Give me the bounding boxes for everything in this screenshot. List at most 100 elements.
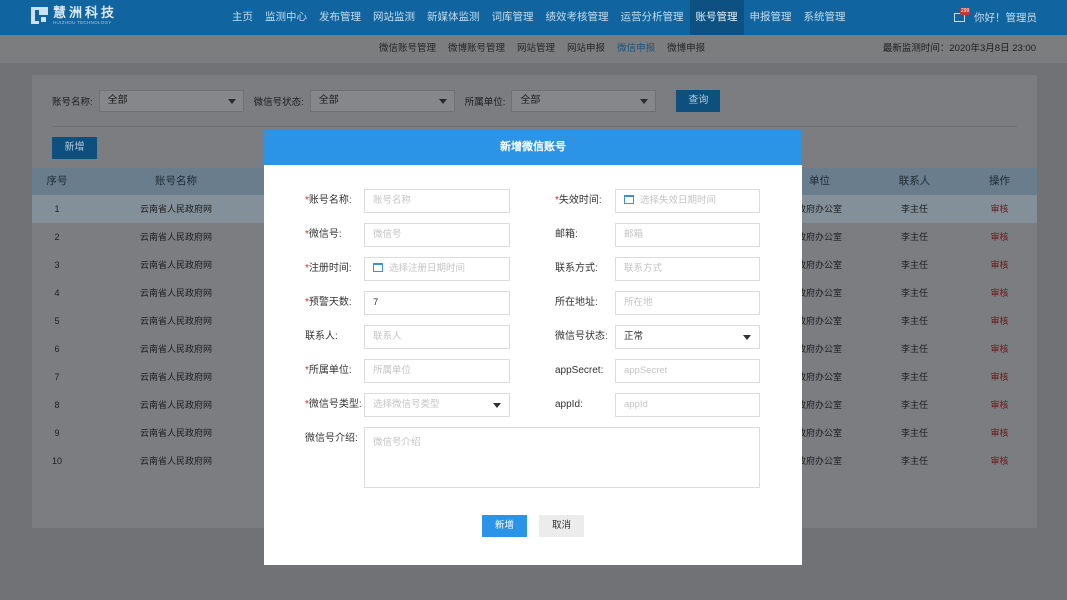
divider xyxy=(52,126,1017,127)
wechat-status-select[interactable]: 正常 xyxy=(615,325,760,349)
contact-person-input[interactable]: 联系人 xyxy=(364,325,510,349)
app-secret-label: appSecret: xyxy=(555,365,604,376)
chevron-down-icon xyxy=(227,99,236,104)
cell-name: 云南省人民政府网 xyxy=(139,316,212,326)
nav-item-operations[interactable]: 运营分析管理 xyxy=(615,0,690,35)
email-input[interactable]: 邮箱 xyxy=(615,223,760,247)
expire-time-picker[interactable]: 选择失效日期时间 xyxy=(615,189,760,213)
contact-person-label: 联系人: xyxy=(305,331,338,342)
register-time-picker[interactable]: 选择注册日期时间 xyxy=(364,257,510,281)
nav-item-monitor-center[interactable]: 监测中心 xyxy=(259,0,313,35)
nav-item-declaration[interactable]: 申报管理 xyxy=(744,0,798,35)
col-header-op: 操作 xyxy=(989,175,1010,187)
address-label: 所在地址: xyxy=(555,297,598,308)
nav-item-new-media-monitor[interactable]: 新媒体监测 xyxy=(421,0,486,35)
main-nav: 主页 监测中心 发布管理 网站监测 新媒体监测 词库管理 绩效考核管理 运营分析… xyxy=(226,0,852,35)
cell-no: 5 xyxy=(54,316,60,326)
cell-name: 云南省人民政府网 xyxy=(139,204,212,214)
top-nav-bar: 慧洲科技 HUIZHOU TECHNOLOGY 主页 监测中心 发布管理 网站监… xyxy=(0,0,1067,35)
review-link[interactable]: 审核 xyxy=(962,447,1037,475)
subnav-wechat-declaration[interactable]: 微信申报 xyxy=(611,35,661,63)
review-link[interactable]: 审核 xyxy=(962,363,1037,391)
cell-no: 3 xyxy=(54,260,60,270)
cell-name: 云南省人民政府网 xyxy=(139,372,212,382)
filter-status-select[interactable]: 全部 xyxy=(309,90,455,112)
logo-icon xyxy=(31,7,48,25)
add-button[interactable]: 新增 xyxy=(52,137,97,159)
intro-label: 微信号介绍: xyxy=(305,433,358,444)
nav-item-performance[interactable]: 绩效考核管理 xyxy=(540,0,615,35)
brand-name-en: HUIZHOU TECHNOLOGY xyxy=(53,20,112,25)
subnav-weibo-declaration[interactable]: 微博申报 xyxy=(661,35,711,63)
account-name-input[interactable]: 账号名称 xyxy=(364,189,510,213)
filter-account-name-value: 全部 xyxy=(107,95,128,106)
cancel-button[interactable]: 取消 xyxy=(539,515,584,537)
cell-contact: 李主任 xyxy=(900,316,928,326)
nav-item-system[interactable]: 系统管理 xyxy=(798,0,852,35)
nav-item-site-monitor[interactable]: 网站监测 xyxy=(367,0,421,35)
wechat-id-input[interactable]: 微信号 xyxy=(364,223,510,247)
subnav-weibo-accounts[interactable]: 微博账号管理 xyxy=(442,35,511,63)
intro-textarea[interactable]: 微信号介绍 xyxy=(364,427,760,488)
col-header-no: 序号 xyxy=(46,175,68,187)
review-link[interactable]: 审核 xyxy=(962,195,1037,223)
mail-badge: 299 xyxy=(960,8,971,15)
address-input[interactable]: 所在地 xyxy=(615,291,760,315)
cell-name: 云南省人民政府网 xyxy=(139,288,212,298)
nav-item-publish[interactable]: 发布管理 xyxy=(313,0,367,35)
contact-method-input[interactable]: 联系方式 xyxy=(615,257,760,281)
cell-contact: 李主任 xyxy=(900,344,928,354)
chevron-down-icon xyxy=(493,403,501,408)
cell-no: 10 xyxy=(51,456,62,466)
sub-nav-bar: 微信账号管理 微博账号管理 网站管理 网站申报 微信申报 微博申报 最新监测时间… xyxy=(0,35,1067,63)
filter-account-name-select[interactable]: 全部 xyxy=(98,90,244,112)
cell-name: 云南省人民政府网 xyxy=(139,260,212,270)
cell-no: 7 xyxy=(54,372,60,382)
cell-contact: 李主任 xyxy=(900,204,928,214)
review-link[interactable]: 审核 xyxy=(962,251,1037,279)
cell-no: 4 xyxy=(54,288,60,298)
warning-days-input[interactable]: 7 xyxy=(364,291,510,315)
brand-name: 慧洲科技 xyxy=(53,5,118,20)
review-link[interactable]: 审核 xyxy=(962,223,1037,251)
review-link[interactable]: 审核 xyxy=(962,307,1037,335)
filter-bar: 账号名称: 全部 微信号状态: 全部 所属单位: 全部 查询 xyxy=(52,90,721,112)
app-id-input[interactable]: appId xyxy=(615,393,760,417)
review-link[interactable]: 审核 xyxy=(962,419,1037,447)
subnav-site-management[interactable]: 网站管理 xyxy=(511,35,561,63)
app-secret-input[interactable]: appSecret xyxy=(615,359,760,383)
cell-no: 8 xyxy=(54,400,60,410)
filter-account-name-label: 账号名称: xyxy=(52,97,93,108)
add-wechat-account-dialog: 新增微信账号 *账号名称: 账号名称 *失效时间: 选择失效日期时间 *微信号:… xyxy=(264,130,802,565)
review-link[interactable]: 审核 xyxy=(962,335,1037,363)
calendar-icon xyxy=(624,195,634,204)
nav-item-home[interactable]: 主页 xyxy=(226,0,259,35)
latest-monitor-time: 最新监测时间：2020年3月8日 23:00 xyxy=(882,43,1036,54)
cell-name: 云南省人民政府网 xyxy=(139,456,212,466)
nav-item-accounts[interactable]: 账号管理 xyxy=(689,0,744,35)
review-link[interactable]: 审核 xyxy=(962,391,1037,419)
review-link[interactable]: 审核 xyxy=(962,279,1037,307)
cell-no: 6 xyxy=(54,344,60,354)
chevron-down-icon xyxy=(438,99,447,104)
filter-status-value: 全部 xyxy=(318,95,339,106)
calendar-icon xyxy=(373,263,383,272)
cell-no: 2 xyxy=(54,232,60,242)
unit-label: *所属单位: xyxy=(305,365,352,376)
mail-icon[interactable]: 299 xyxy=(954,8,971,22)
nav-item-lexicon[interactable]: 词库管理 xyxy=(486,0,540,35)
app-id-label: appId: xyxy=(555,399,583,410)
wechat-type-select[interactable]: 选择微信号类型 xyxy=(364,393,510,417)
cell-contact: 李主任 xyxy=(900,372,928,382)
subnav-site-declaration[interactable]: 网站申报 xyxy=(561,35,611,63)
filter-unit-select[interactable]: 全部 xyxy=(511,90,657,112)
subnav-wechat-accounts[interactable]: 微信账号管理 xyxy=(373,35,442,63)
cell-name: 云南省人民政府网 xyxy=(139,400,212,410)
query-button[interactable]: 查询 xyxy=(676,90,721,112)
brand-logo[interactable]: 慧洲科技 HUIZHOU TECHNOLOGY xyxy=(31,6,117,26)
user-greeting[interactable]: 你好！管理员 xyxy=(974,10,1037,25)
confirm-add-button[interactable]: 新增 xyxy=(482,515,527,537)
unit-input[interactable]: 所属单位 xyxy=(364,359,510,383)
contact-method-label: 联系方式: xyxy=(555,263,598,274)
cell-name: 云南省人民政府网 xyxy=(139,344,212,354)
